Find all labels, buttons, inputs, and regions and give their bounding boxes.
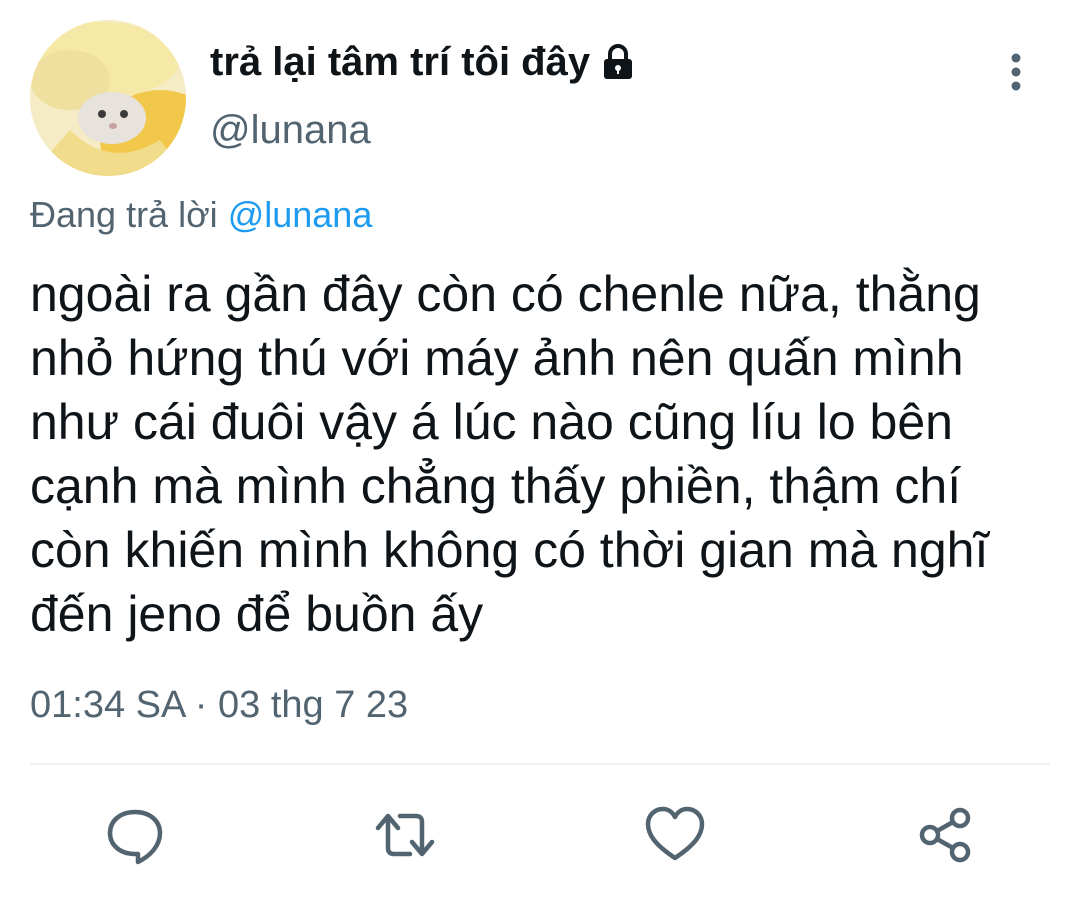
share-button[interactable] [910,800,980,870]
reply-mention-link[interactable]: @lunana [228,194,373,235]
reply-button[interactable] [100,800,170,870]
tweet-text-line: nhỏ hứng thú với máy ảnh nên quấn mình [30,330,964,386]
retweet-icon [375,813,435,857]
action-bar [0,800,1080,870]
divider [30,763,1050,765]
display-name-row[interactable]: trả lại tâm trí tôi đây [210,40,638,85]
display-name[interactable]: trả lại tâm trí tôi đây [210,40,590,85]
comment-icon [107,809,163,865]
tweet-text-line: cạnh mà mình chẳng thấy phiền, thậm chí [30,458,962,514]
more-vertical-icon[interactable] [996,48,1036,96]
share-icon [919,807,971,863]
avatar-image [30,20,186,176]
timestamp[interactable]: 01:34 SA · 03 thg 7 23 [30,684,408,727]
tweet-text: ngoài ra gần đây còn có chenle nữa, thằn… [30,262,1066,646]
reply-prefix: Đang trả lời [30,194,218,235]
reply-context: Đang trả lời @lunana [30,194,372,236]
lock-icon [598,43,638,83]
heart-icon [645,806,705,861]
tweet-text-line: còn khiến mình không có thời gian mà ngh… [30,522,989,578]
tweet-text-line: đến jeno để buồn ấy [30,586,484,642]
tweet-text-line: như cái đuôi vậy á lúc nào cũng líu lo b… [30,394,953,450]
tweet-text-line: ngoài ra gần đây còn có chenle nữa, thằn… [30,266,981,322]
like-button[interactable] [640,800,710,870]
handle[interactable]: @lunana [210,108,371,153]
retweet-button[interactable] [370,800,440,870]
avatar[interactable] [30,20,186,176]
